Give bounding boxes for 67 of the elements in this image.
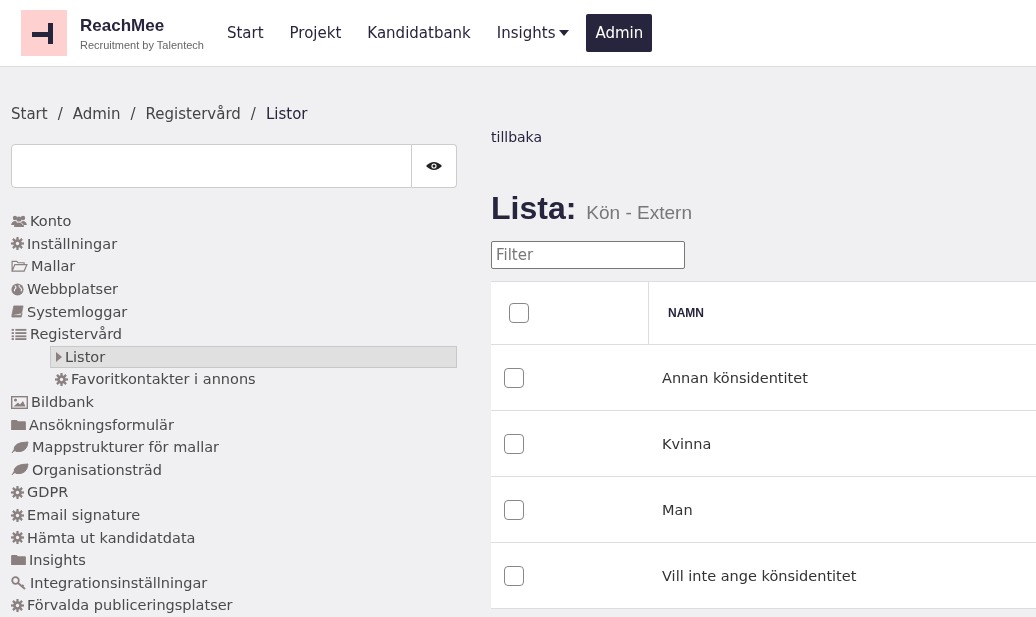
sidebar-item[interactable]: Email signature bbox=[11, 503, 457, 527]
page-title: Lista: bbox=[491, 190, 577, 227]
sidebar-item[interactable]: Konto bbox=[11, 210, 457, 233]
filter-field[interactable]: Filter bbox=[491, 241, 685, 269]
search-field[interactable] bbox=[11, 144, 412, 188]
breadcrumb-link[interactable]: Start bbox=[11, 105, 48, 125]
sidebar-item[interactable]: Ansökningsformulär bbox=[11, 413, 457, 436]
image-icon bbox=[11, 395, 28, 409]
sidebar-item[interactable]: Listor bbox=[50, 345, 457, 369]
row-checkbox[interactable] bbox=[504, 499, 524, 520]
nav-link[interactable]: Insights bbox=[487, 14, 579, 52]
list-icon bbox=[11, 328, 27, 341]
sidebar-item[interactable]: Inställningar bbox=[11, 232, 457, 256]
key-icon bbox=[11, 575, 27, 590]
book-icon bbox=[11, 305, 24, 319]
sidebar-item[interactable]: Systemloggar bbox=[11, 300, 457, 323]
breadcrumb-link[interactable]: Admin bbox=[72, 105, 121, 125]
sidebar-item[interactable]: Registervård bbox=[11, 322, 457, 346]
sidebar-item[interactable]: Mallar bbox=[11, 255, 457, 278]
breadcrumb-separator: / bbox=[130, 105, 136, 125]
gear-icon bbox=[11, 531, 24, 545]
caret-icon bbox=[56, 351, 62, 362]
breadcrumb-link[interactable]: Registervård bbox=[145, 105, 241, 125]
table-cell: Kvinna bbox=[662, 435, 712, 452]
page-subtitle: Kön - Extern bbox=[586, 202, 692, 224]
brand-name: ReachMee bbox=[80, 15, 166, 36]
show-button[interactable] bbox=[412, 144, 457, 188]
select-all-checkbox[interactable] bbox=[509, 303, 529, 323]
nav-link[interactable]: Admin bbox=[586, 14, 653, 52]
gear-icon bbox=[11, 508, 24, 522]
nav-link[interactable]: Start bbox=[217, 14, 273, 52]
sidebar-item[interactable]: Webbplatser bbox=[11, 277, 457, 301]
sidebar-item[interactable]: Favoritkontakter i annons bbox=[50, 368, 457, 391]
sidebar-item[interactable]: Hämta ut kandidatdata bbox=[11, 526, 457, 549]
back-link[interactable]: tillbaka bbox=[491, 129, 543, 145]
sidebar-item[interactable]: Organisationsträd bbox=[11, 458, 457, 482]
sidebar-item[interactable]: Integrationsinställningar bbox=[11, 571, 457, 595]
sidebar-item[interactable]: Insights bbox=[11, 548, 457, 572]
gear-icon bbox=[11, 237, 24, 251]
folder-icon bbox=[11, 554, 26, 567]
breadcrumb-separator: / bbox=[57, 105, 63, 125]
column-header[interactable]: NAMN bbox=[668, 306, 704, 320]
row-checkbox[interactable] bbox=[504, 565, 524, 586]
users-icon bbox=[11, 215, 27, 228]
globe-icon bbox=[11, 282, 24, 296]
sidebar-item[interactable]: Bildbank bbox=[11, 390, 457, 414]
table-cell: Vill inte ange könsidentitet bbox=[662, 567, 857, 584]
table-cell: Man bbox=[662, 501, 693, 518]
logo-icon bbox=[21, 10, 67, 56]
folder-icon bbox=[11, 418, 26, 431]
nav-link[interactable]: Projekt bbox=[280, 14, 351, 52]
brand-tagline: Recruitment by Talentech bbox=[80, 38, 204, 51]
folder-open-icon bbox=[11, 260, 28, 273]
nav-link[interactable]: Kandidatbank bbox=[358, 14, 480, 52]
leaf-icon bbox=[11, 440, 29, 454]
table-cell: Annan könsidentitet bbox=[662, 369, 808, 386]
sidebar-item[interactable]: Förvalda publiceringsplatser bbox=[11, 594, 457, 617]
row-checkbox[interactable] bbox=[504, 433, 524, 454]
sidebar-item[interactable]: Mappstrukturer för mallar bbox=[11, 435, 457, 459]
gear-icon bbox=[11, 485, 24, 499]
breadcrumb-separator: / bbox=[250, 105, 256, 125]
leaf-icon bbox=[11, 463, 29, 477]
gear-icon bbox=[55, 372, 68, 386]
gear-icon bbox=[11, 598, 24, 612]
eye-icon bbox=[426, 161, 442, 171]
sidebar-item[interactable]: GDPR bbox=[11, 481, 457, 504]
row-checkbox[interactable] bbox=[504, 367, 524, 388]
